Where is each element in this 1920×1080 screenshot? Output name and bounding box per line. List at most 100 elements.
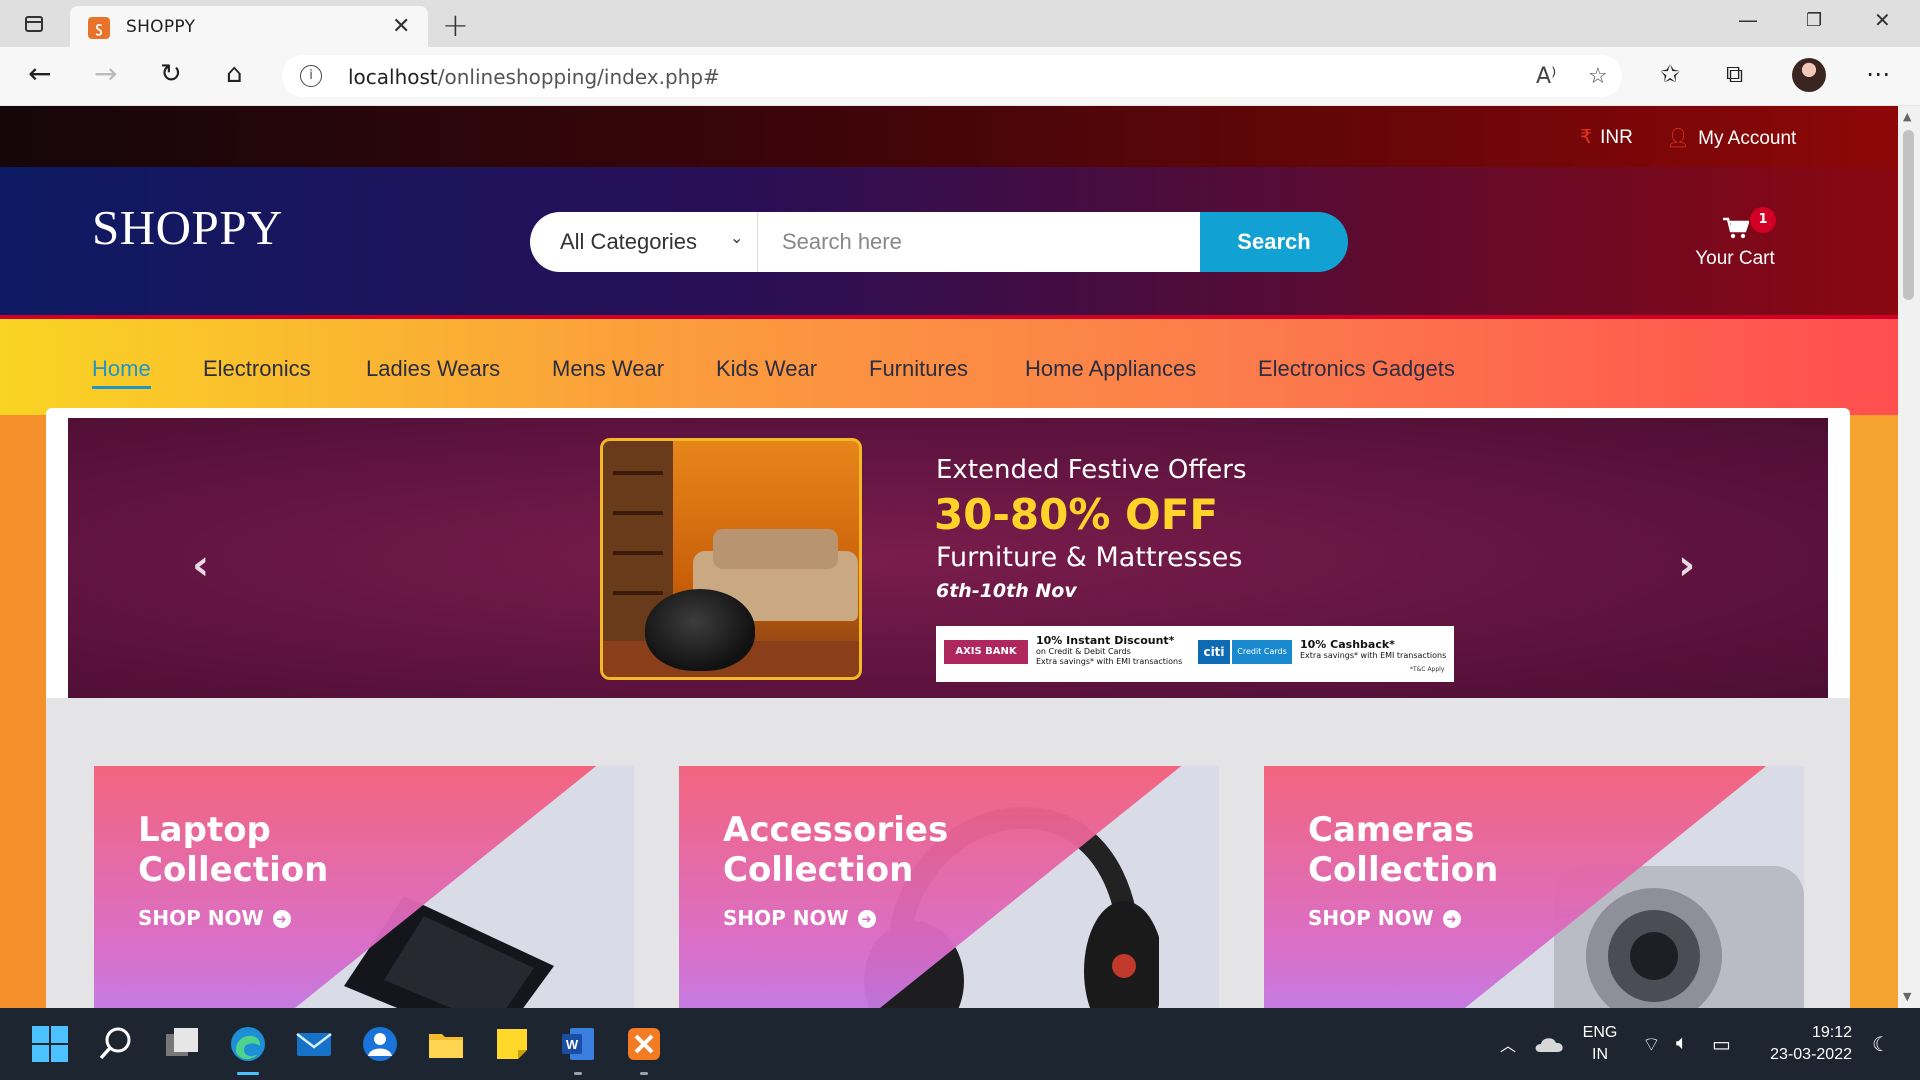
wifi-icon[interactable]: ⌔	[1642, 1032, 1661, 1057]
shop-now-link[interactable]: SHOP NOW ➜	[138, 906, 291, 930]
url-bar[interactable]: i localhost/onlineshopping/index.php# A⁾…	[282, 55, 1622, 97]
tab-title: SHOPPY	[126, 17, 196, 37]
tab-actions-icon[interactable]	[20, 10, 48, 38]
collection-title-line-2: Collection	[1308, 850, 1499, 890]
active-app-indicator	[237, 1072, 259, 1075]
shopping-cart-icon	[1723, 217, 1749, 239]
shop-now-label: SHOP NOW	[138, 906, 264, 930]
my-account-link[interactable]: 👤︎ My Account	[1666, 126, 1796, 150]
collections-icon[interactable]: ⧉	[1726, 60, 1743, 88]
show-hidden-icons-icon[interactable]: ︿	[1500, 1032, 1516, 1056]
minimize-icon[interactable]: —	[1738, 8, 1758, 32]
nav-furnitures[interactable]: Furnitures	[869, 356, 968, 382]
beanbag-shape	[645, 589, 755, 671]
web-page: ₹ INR 👤︎ My Account SHOPPY All Categories …	[0, 106, 1898, 1008]
store-icon[interactable]	[360, 1024, 400, 1064]
task-view-icon[interactable]	[162, 1024, 202, 1064]
shop-now-link[interactable]: SHOP NOW ➜	[1308, 906, 1461, 930]
site-logo[interactable]: SHOPPY	[92, 199, 283, 256]
carousel-next-icon[interactable]: ›	[1678, 540, 1695, 589]
window-close-icon[interactable]: ✕	[1874, 8, 1891, 32]
clock[interactable]: 19:12 23-03-2022	[1756, 1022, 1852, 1066]
axis-offer-detail-2: Extra savings* with EMI transactions	[1036, 657, 1183, 666]
cart-button[interactable]: 1 Your Cart	[1680, 207, 1790, 277]
nav-ladies-wears[interactable]: Ladies Wears	[366, 356, 500, 382]
search-button[interactable]: Search	[1200, 212, 1348, 272]
refresh-icon[interactable]: ↻	[160, 59, 182, 89]
collections-row: Laptop Collection SHOP NOW ➜ Accessories C…	[94, 766, 1804, 1008]
read-aloud-icon[interactable]: A⁾	[1536, 64, 1556, 89]
svg-text:W: W	[566, 1037, 579, 1052]
axis-offer-text: 10% Instant Discount* on Credit & Debit …	[1036, 634, 1182, 667]
axis-offer-detail-1: on Credit & Debit Cards	[1036, 647, 1131, 656]
citi-offer-headline: 10% Cashback*	[1300, 638, 1395, 651]
nav-home-appliances[interactable]: Home Appliances	[1025, 356, 1196, 382]
shop-now-link[interactable]: SHOP NOW ➜	[723, 906, 876, 930]
mail-icon[interactable]	[294, 1024, 334, 1064]
xampp-favicon-icon: ꚃ	[88, 17, 110, 39]
battery-icon[interactable]: ▭	[1712, 1032, 1731, 1057]
sticky-notes-icon[interactable]	[492, 1024, 532, 1064]
account-label: My Account	[1698, 128, 1797, 149]
forward-icon[interactable]: →	[94, 59, 117, 89]
region-code: IN	[1592, 1046, 1608, 1063]
windows-start-icon[interactable]	[30, 1024, 70, 1064]
accessories-collection-card[interactable]: Accessories Collection SHOP NOW ➜	[679, 766, 1219, 1008]
tab-close-icon[interactable]: ✕	[392, 14, 410, 39]
url-text[interactable]: localhost/onlineshopping/index.php#	[348, 65, 720, 89]
xampp-icon[interactable]	[624, 1024, 664, 1064]
nav-electronics-gadgets[interactable]: Electronics Gadgets	[1258, 356, 1455, 382]
notifications-icon[interactable]: ☾	[1872, 1032, 1890, 1057]
running-app-indicator	[640, 1072, 648, 1075]
search-icon[interactable]	[96, 1024, 136, 1064]
main-header: SHOPPY All Categories ⌄ Search 1 Your Ca…	[0, 167, 1898, 319]
chevron-down-icon: ⌄	[730, 228, 744, 247]
profile-avatar[interactable]	[1792, 58, 1826, 92]
collection-title: Laptop Collection	[138, 810, 328, 890]
citi-offer-detail: Extra savings* with EMI transactions	[1300, 651, 1447, 660]
clock-date: 23-03-2022	[1770, 1046, 1852, 1063]
file-explorer-icon[interactable]	[426, 1024, 466, 1064]
browser-tab[interactable]: ꚃ SHOPPY ✕	[70, 6, 428, 47]
content-card: ‹ › Extended Festive Offers 30-80% OFF F…	[46, 408, 1850, 1008]
address-toolbar: ← → ↻ ⌂ i localhost/onlineshopping/index…	[0, 47, 1920, 106]
page-scrollbar[interactable]: ▲ ▼	[1898, 106, 1920, 1008]
nav-kids-wear[interactable]: Kids Wear	[716, 356, 817, 382]
offer-subtitle: Furniture & Mattresses	[936, 542, 1243, 573]
add-favorite-icon[interactable]: ☆	[1588, 64, 1608, 89]
scroll-down-icon[interactable]: ▼	[1903, 990, 1911, 1003]
word-icon[interactable]: W	[558, 1024, 598, 1064]
nav-home[interactable]: Home	[92, 356, 151, 389]
rupee-icon: ₹	[1580, 127, 1593, 148]
nav-electronics[interactable]: Electronics	[203, 356, 311, 382]
currency-link[interactable]: ₹ INR	[1580, 126, 1633, 149]
more-options-icon[interactable]: ⋯	[1866, 60, 1890, 88]
language-indicator[interactable]: ENG IN	[1578, 1022, 1622, 1066]
cart-label: Your Cart	[1695, 248, 1775, 269]
onedrive-icon[interactable]	[1534, 1028, 1566, 1060]
home-icon[interactable]: ⌂	[226, 59, 243, 89]
favorites-icon[interactable]: ✩	[1660, 60, 1680, 88]
site-info-icon[interactable]: i	[300, 65, 322, 87]
cameras-collection-card[interactable]: Cameras Collection SHOP NOW ➜	[1264, 766, 1804, 1008]
volume-icon[interactable]: 🔈︎	[1676, 1032, 1688, 1055]
search-input[interactable]	[758, 212, 1200, 272]
laptop-collection-card[interactable]: Laptop Collection SHOP NOW ➜	[94, 766, 634, 1008]
scroll-up-icon[interactable]: ▲	[1903, 110, 1911, 123]
offer-title: Extended Festive Offers	[936, 455, 1247, 485]
carousel-prev-icon[interactable]: ‹	[192, 540, 209, 589]
shop-now-label: SHOP NOW	[1308, 906, 1434, 930]
category-select[interactable]: All Categories ⌄	[530, 212, 758, 272]
edge-browser-icon[interactable]	[228, 1024, 268, 1064]
scrollbar-thumb[interactable]	[1903, 130, 1914, 300]
restore-icon[interactable]: ❐	[1806, 10, 1822, 31]
back-icon[interactable]: ←	[28, 59, 51, 89]
new-tab-icon[interactable]: +	[442, 6, 469, 44]
arrow-circle-right-icon: ➜	[272, 910, 291, 928]
nav-mens-wear[interactable]: Mens Wear	[552, 356, 664, 382]
promo-banner[interactable]: ‹ › Extended Festive Offers 30-80% OFF F…	[68, 418, 1828, 698]
top-header: ₹ INR 👤︎ My Account	[0, 106, 1898, 167]
cart-count-badge: 1	[1750, 207, 1776, 233]
axis-bank-logo: AXIS BANK	[944, 640, 1028, 664]
collection-title: Accessories Collection	[723, 810, 948, 890]
